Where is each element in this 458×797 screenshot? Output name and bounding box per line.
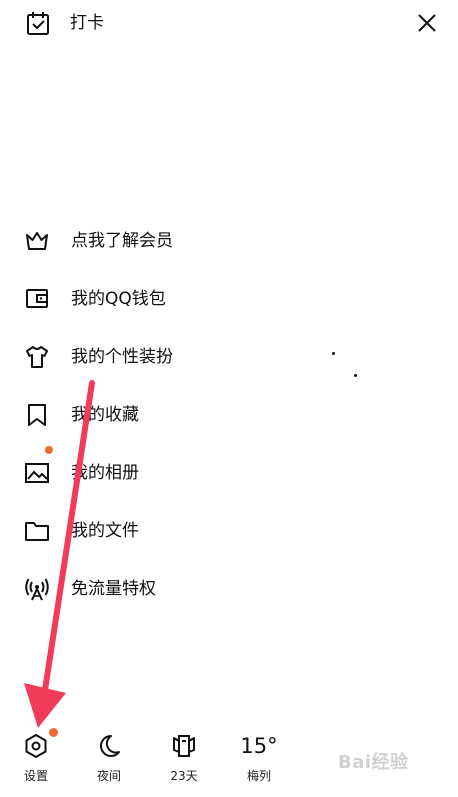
menu-item-album[interactable]: 我的相册 xyxy=(0,444,458,502)
bookmark-icon xyxy=(28,404,46,426)
folder-icon xyxy=(25,522,49,541)
menu-item-label: 我的相册 xyxy=(71,463,139,483)
temperature-value: 15° xyxy=(240,734,278,758)
photo-icon xyxy=(25,463,49,483)
weather-location-label: 梅列 xyxy=(246,769,271,783)
wallet-icon xyxy=(26,289,48,308)
menu-item-label: 我的文件 xyxy=(71,521,139,541)
crown-icon xyxy=(26,232,48,250)
menu-item-membership[interactable]: 点我了解会员 xyxy=(0,212,458,270)
night-label: 夜间 xyxy=(96,769,121,783)
menu-item-free-data[interactable]: 免流量特权 xyxy=(0,560,458,618)
watermark: Bai经验 xyxy=(338,752,409,773)
settings-button[interactable]: 设置 xyxy=(6,728,66,792)
weather-button[interactable]: 15° 梅列 xyxy=(229,732,289,792)
moon-icon xyxy=(100,735,120,757)
menu-item-label: 免流量特权 xyxy=(71,579,156,599)
menu-item-wallet[interactable]: 我的QQ钱包 xyxy=(0,270,458,328)
top-bar: 打卡 xyxy=(0,0,458,48)
streak-button[interactable]: 23天 xyxy=(154,732,214,792)
menu-item-favorites[interactable]: 我的收藏 xyxy=(0,386,458,444)
signal-icon xyxy=(25,578,49,601)
menu-item-label: 我的个性装扮 xyxy=(71,347,173,367)
days-label: 23天 xyxy=(170,769,198,783)
menu-item-label: 我的收藏 xyxy=(71,405,139,425)
streak-icon xyxy=(173,735,195,757)
close-icon[interactable] xyxy=(414,10,440,36)
settings-icon xyxy=(25,734,47,758)
calendar-check-icon xyxy=(27,12,49,35)
tshirt-icon xyxy=(26,346,48,368)
speck-mark xyxy=(332,352,335,355)
drawer-menu: 点我了解会员 我的QQ钱包 我的个性装扮 我的收藏 我的相册 我的文件 免流量特… xyxy=(0,212,458,618)
checkin-button[interactable]: 打卡 xyxy=(26,10,104,36)
night-mode-button[interactable]: 夜间 xyxy=(79,732,139,792)
settings-label: 设置 xyxy=(23,769,48,783)
menu-item-label: 我的QQ钱包 xyxy=(71,289,166,309)
menu-item-theme[interactable]: 我的个性装扮 xyxy=(0,328,458,386)
album-notification-dot xyxy=(45,446,53,454)
menu-item-files[interactable]: 我的文件 xyxy=(0,502,458,560)
menu-item-label: 点我了解会员 xyxy=(71,231,173,251)
speck-mark xyxy=(354,374,357,377)
settings-notification-dot xyxy=(49,728,58,737)
checkin-label: 打卡 xyxy=(70,13,104,33)
